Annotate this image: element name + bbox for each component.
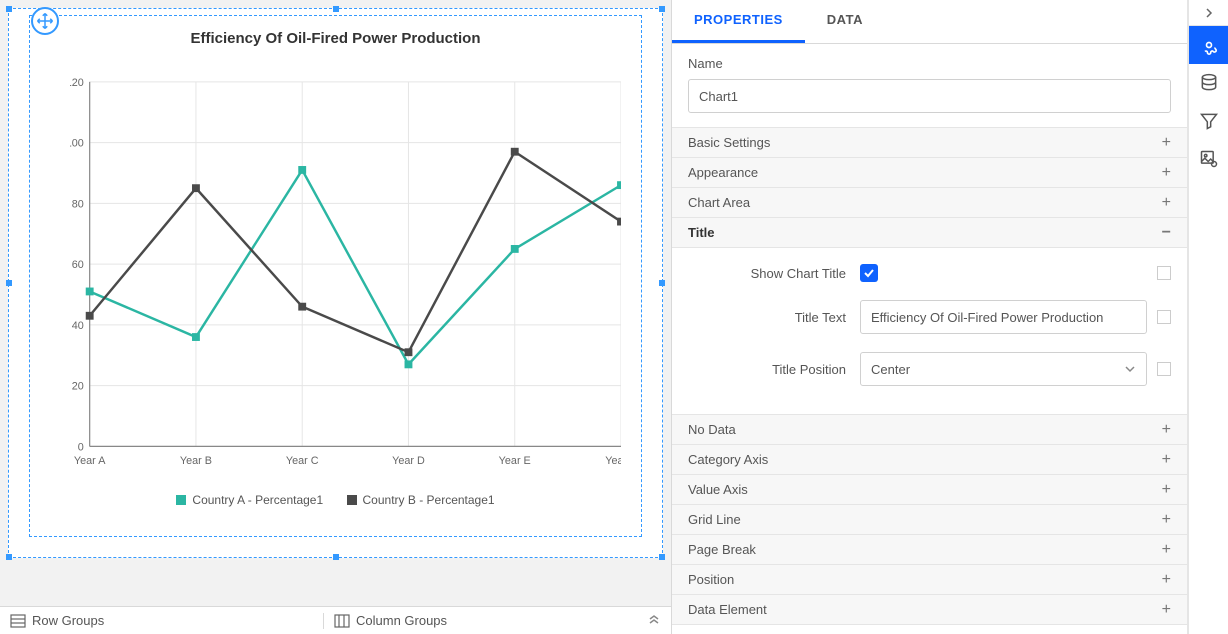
svg-text:20: 20	[72, 381, 84, 393]
svg-text:80: 80	[72, 198, 84, 210]
plus-icon: +	[1162, 451, 1171, 469]
filter-icon	[1199, 111, 1219, 131]
plus-icon: +	[1162, 571, 1171, 589]
resize-handle[interactable]	[333, 554, 339, 560]
groups-bar: Row Groups Column Groups	[0, 606, 671, 634]
column-groups-label: Column Groups	[356, 613, 447, 628]
move-handle-icon[interactable]	[31, 7, 59, 35]
svg-text:Year F: Year F	[605, 455, 621, 466]
rail-data-button[interactable]	[1189, 64, 1228, 102]
tab-data[interactable]: DATA	[805, 0, 885, 43]
section-title-body: Show Chart Title Title Text	[672, 248, 1187, 415]
chart-item[interactable]: Efficiency Of Oil-Fired Power Production…	[29, 15, 642, 537]
chevron-down-icon	[1124, 363, 1136, 375]
column-groups[interactable]: Column Groups	[323, 613, 647, 629]
section-data-element[interactable]: Data Element+	[672, 595, 1187, 625]
section-position[interactable]: Position+	[672, 565, 1187, 595]
svg-text:Year A: Year A	[74, 455, 106, 466]
resize-handle[interactable]	[333, 6, 339, 12]
svg-text:60: 60	[72, 259, 84, 271]
resize-handle[interactable]	[659, 6, 665, 12]
resize-handle[interactable]	[659, 280, 665, 286]
title-text-input[interactable]	[860, 300, 1147, 334]
columns-icon	[334, 613, 350, 629]
expression-toggle[interactable]	[1157, 266, 1171, 280]
title-text-label: Title Text	[688, 310, 860, 325]
svg-text:0: 0	[78, 441, 84, 453]
title-position-label: Title Position	[688, 362, 860, 377]
show-title-checkbox[interactable]	[860, 264, 878, 282]
section-title[interactable]: Title−	[672, 218, 1187, 248]
row-groups[interactable]: Row Groups	[0, 613, 323, 629]
minus-icon: −	[1162, 224, 1171, 242]
row-groups-label: Row Groups	[32, 613, 104, 628]
gear-icon	[1199, 35, 1219, 55]
chevron-right-icon	[1203, 7, 1215, 19]
rail-filter-button[interactable]	[1189, 102, 1228, 140]
legend-label: Country A - Percentage1	[192, 493, 323, 507]
legend-label: Country B - Percentage1	[363, 493, 495, 507]
tab-properties[interactable]: PROPERTIES	[672, 0, 805, 43]
resize-handle[interactable]	[659, 554, 665, 560]
legend-item: Country B - Percentage1	[347, 493, 495, 507]
name-label: Name	[672, 44, 1187, 79]
plot-area: 0 20 40 60 80 100 120 Year A Year B Year C Year D Y…	[70, 74, 621, 466]
chart-title: Efficiency Of Oil-Fired Power Production	[30, 16, 641, 47]
properties-accordion: Basic Settings+ Appearance+ Chart Area+ …	[672, 127, 1187, 625]
section-chart-area[interactable]: Chart Area+	[672, 188, 1187, 218]
legend-item: Country A - Percentage1	[176, 493, 323, 507]
resize-handle[interactable]	[6, 280, 12, 286]
svg-text:Year E: Year E	[499, 455, 531, 466]
plus-icon: +	[1162, 164, 1171, 182]
database-icon	[1199, 73, 1219, 93]
design-canvas: Efficiency Of Oil-Fired Power Production…	[0, 0, 672, 634]
plus-icon: +	[1162, 481, 1171, 499]
check-icon	[863, 267, 875, 279]
svg-text:120: 120	[70, 77, 84, 89]
name-input[interactable]	[688, 79, 1171, 113]
plus-icon: +	[1162, 421, 1171, 439]
section-basic-settings[interactable]: Basic Settings+	[672, 128, 1187, 158]
right-rail	[1188, 0, 1228, 634]
plus-icon: +	[1162, 194, 1171, 212]
rail-properties-button[interactable]	[1189, 26, 1228, 64]
chart-selection-outer[interactable]: Efficiency Of Oil-Fired Power Production…	[8, 8, 663, 558]
section-appearance[interactable]: Appearance+	[672, 158, 1187, 188]
show-title-label: Show Chart Title	[688, 266, 860, 281]
collapse-panel-button[interactable]	[1189, 0, 1228, 26]
expression-toggle[interactable]	[1157, 310, 1171, 324]
design-surface[interactable]: Efficiency Of Oil-Fired Power Production…	[0, 0, 671, 606]
svg-text:100: 100	[70, 138, 84, 150]
panel-tabs: PROPERTIES DATA	[672, 0, 1187, 44]
properties-panel: PROPERTIES DATA Name Basic Settings+ App…	[672, 0, 1188, 634]
chart-legend: Country A - Percentage1 Country B - Perc…	[30, 493, 641, 508]
section-page-break[interactable]: Page Break+	[672, 535, 1187, 565]
rows-icon	[10, 613, 26, 629]
rail-image-button[interactable]	[1189, 140, 1228, 178]
plus-icon: +	[1162, 601, 1171, 619]
svg-text:Year B: Year B	[180, 455, 212, 466]
resize-handle[interactable]	[6, 554, 12, 560]
collapse-groups-icon[interactable]	[647, 612, 671, 629]
section-category-axis[interactable]: Category Axis+	[672, 445, 1187, 475]
svg-text:40: 40	[72, 320, 84, 332]
plus-icon: +	[1162, 134, 1171, 152]
legend-swatch	[176, 495, 186, 505]
svg-text:Year D: Year D	[392, 455, 425, 466]
plus-icon: +	[1162, 511, 1171, 529]
section-value-axis[interactable]: Value Axis+	[672, 475, 1187, 505]
expression-toggle[interactable]	[1157, 362, 1171, 376]
section-grid-line[interactable]: Grid Line+	[672, 505, 1187, 535]
section-no-data[interactable]: No Data+	[672, 415, 1187, 445]
image-gear-icon	[1199, 149, 1219, 169]
svg-text:Year C: Year C	[286, 455, 319, 466]
resize-handle[interactable]	[6, 6, 12, 12]
legend-swatch	[347, 495, 357, 505]
plus-icon: +	[1162, 541, 1171, 559]
title-position-select[interactable]: Center	[860, 352, 1147, 386]
